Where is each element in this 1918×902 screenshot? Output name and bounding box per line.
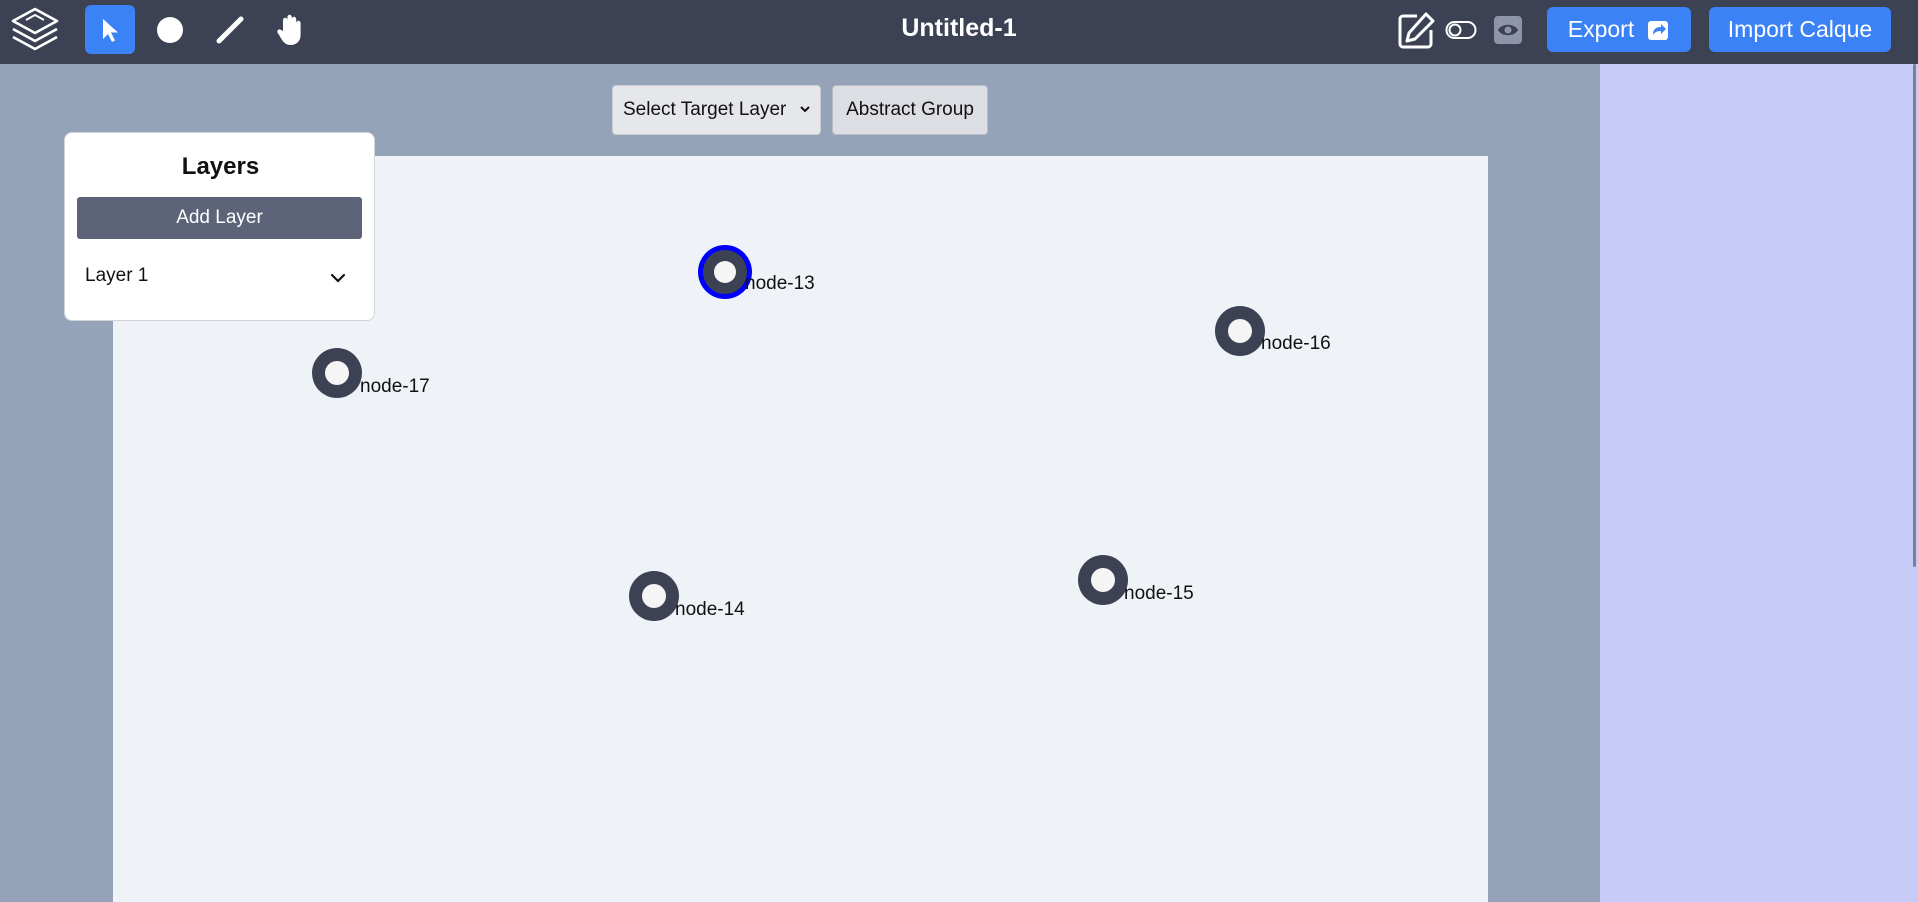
target-layer-select-value: Select Target Layer — [623, 99, 787, 120]
graph-node[interactable] — [1076, 553, 1130, 607]
toggle-icon — [1445, 21, 1477, 39]
top-bar: Untitled-1 Export Import Calque — [0, 0, 1918, 64]
abstract-group-button[interactable]: Abstract Group — [832, 85, 988, 135]
graph-node[interactable] — [1213, 304, 1267, 358]
target-layer-select[interactable]: Select Target Layer — [612, 85, 821, 135]
edge-tool-button[interactable] — [205, 5, 255, 54]
right-panel — [1600, 64, 1918, 902]
export-label: Export — [1567, 16, 1635, 42]
hand-icon — [277, 14, 301, 45]
edit-icon — [1398, 12, 1435, 49]
graph-node[interactable] — [627, 569, 681, 623]
select-tool-button[interactable] — [85, 5, 135, 54]
eye-icon — [1494, 16, 1522, 44]
node-label: node-17 — [360, 376, 430, 397]
chevron-down-icon — [800, 106, 810, 113]
graph-node[interactable] — [310, 346, 364, 400]
edit-button[interactable] — [1395, 10, 1437, 52]
node-tool-button[interactable] — [145, 5, 195, 54]
line-icon — [216, 16, 244, 43]
chevron-down-icon[interactable] — [327, 267, 349, 289]
node-label: node-13 — [745, 273, 815, 294]
export-button[interactable]: Export — [1547, 7, 1691, 52]
node-label: node-16 — [1261, 333, 1331, 354]
add-layer-button[interactable]: Add Layer — [77, 197, 362, 239]
import-calque-button[interactable]: Import Calque — [1709, 7, 1891, 52]
circle-icon — [157, 16, 183, 43]
pan-tool-button[interactable] — [265, 5, 315, 54]
layer-item-label[interactable]: Layer 1 — [85, 265, 148, 287]
share-icon — [1648, 20, 1669, 40]
layers-title: Layers — [181, 153, 260, 180]
scrollbar[interactable] — [1913, 64, 1916, 567]
layers-logo-icon — [9, 6, 61, 58]
layers-panel: Layers Add Layer Layer 1 — [64, 132, 375, 321]
node-label: node-14 — [675, 599, 745, 620]
node-label: node-15 — [1124, 583, 1194, 604]
cursor-arrow-icon — [103, 18, 118, 42]
toggle-switch[interactable] — [1445, 17, 1477, 43]
preview-button[interactable] — [1490, 12, 1526, 48]
